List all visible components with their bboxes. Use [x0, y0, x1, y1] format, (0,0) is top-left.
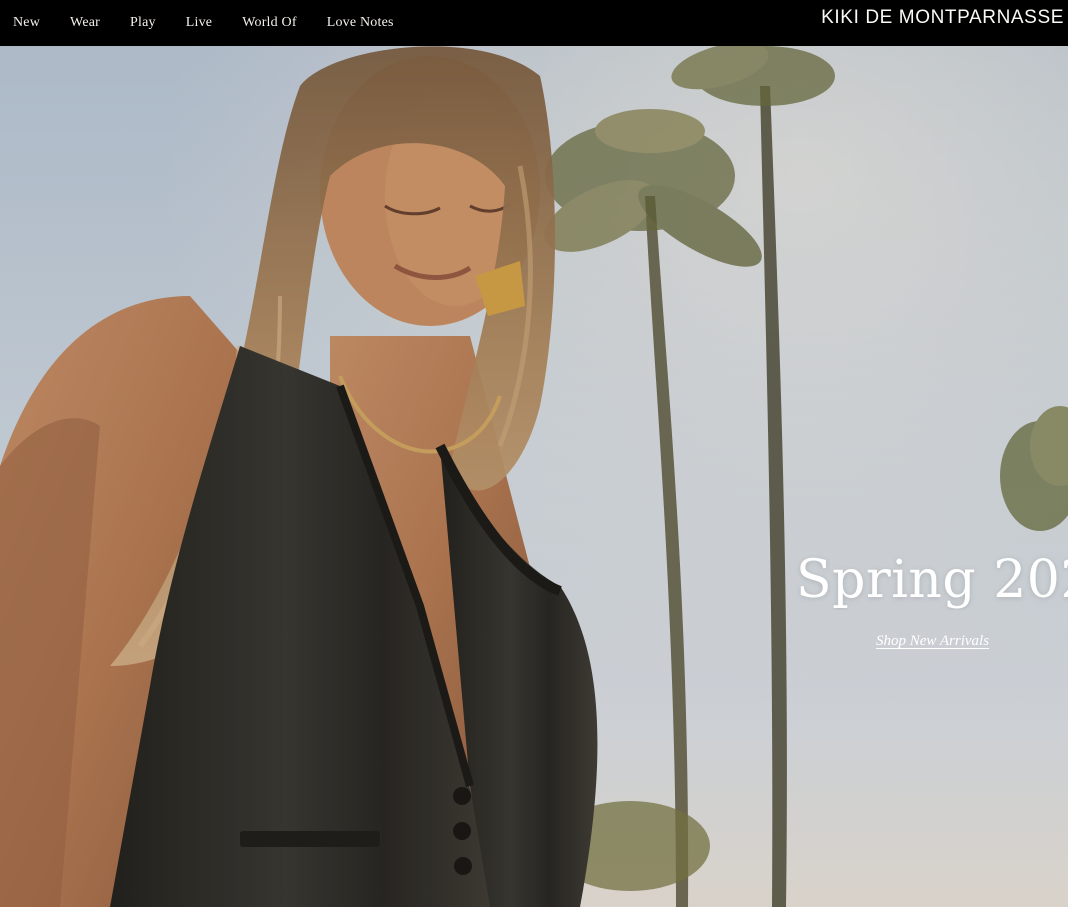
- brand-logo[interactable]: KIKI DE MONTPARNASSE: [821, 7, 1064, 29]
- main-nav: New Wear Play Live World Of Love Notes: [0, 0, 424, 46]
- hero-image: [0, 46, 1068, 907]
- page: New Wear Play Live World Of Love Notes K…: [0, 0, 1068, 907]
- nav-item-play[interactable]: Play: [130, 15, 156, 31]
- top-navigation-bar: New Wear Play Live World Of Love Notes K…: [0, 0, 1068, 46]
- nav-item-wear[interactable]: Wear: [70, 15, 100, 31]
- hero-title: Spring 2026: [796, 550, 1068, 610]
- nav-item-live[interactable]: Live: [186, 15, 212, 31]
- nav-item-new[interactable]: New: [13, 15, 40, 31]
- nav-item-world-of[interactable]: World Of: [242, 15, 297, 31]
- hero-banner[interactable]: Spring 2026 Shop New Arrivals: [0, 46, 1068, 907]
- shop-new-arrivals-link[interactable]: Shop New Arrivals: [876, 633, 989, 650]
- nav-item-love-notes[interactable]: Love Notes: [327, 15, 394, 31]
